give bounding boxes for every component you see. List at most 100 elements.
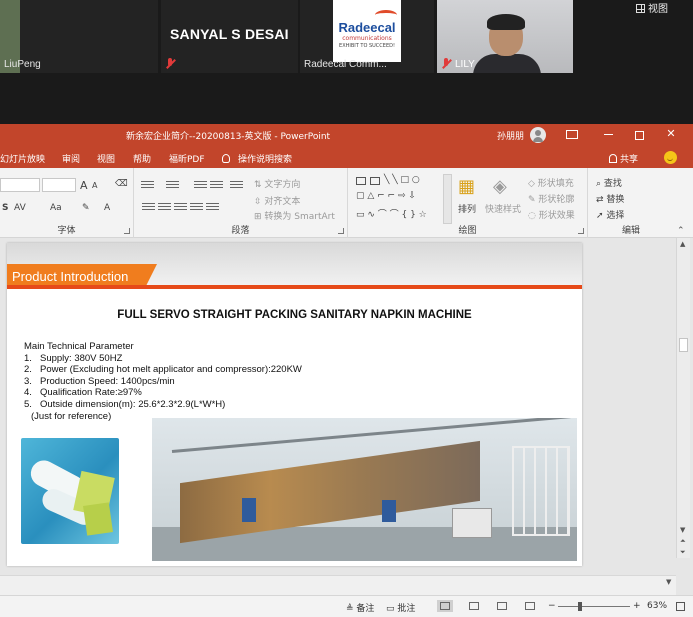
scroll-up-icon[interactable]: ▲ [680,240,685,248]
bullets-icon[interactable] [141,181,154,190]
radeecal-logo: Radeecal communications EXHIBIT TO SUCCE… [333,0,401,62]
param-row: 1. Supply: 380V 50HZ [24,352,123,364]
zoom-slider-thumb[interactable] [577,602,582,611]
font-color-button[interactable]: A [104,203,110,213]
font-dialog-launcher[interactable] [124,228,130,234]
tab-review[interactable]: 审阅 [62,152,80,165]
align-text-button[interactable]: ⇳ 对齐文本 [254,194,300,207]
tab-foxit-pdf[interactable]: 福昕PDF [169,152,205,165]
font-name-box[interactable] [0,178,40,192]
tab-slideshow[interactable]: 幻灯片放映 [0,152,45,165]
arrange-icon[interactable]: ▦ [458,176,475,197]
slideshow-button[interactable] [522,600,538,612]
increase-indent-icon[interactable] [210,181,223,190]
participant-tile-liupeng[interactable]: LiuPeng [0,0,158,73]
scroll-thumb[interactable] [679,338,688,352]
paragraph-group-label: 段落 [231,226,250,236]
scroll-down-icon[interactable]: ▼ [680,526,685,534]
zoom-level[interactable]: 63% [647,601,667,611]
text-direction-button[interactable]: ⇅ 文字方向 [254,177,300,190]
shape-fill-button[interactable]: ◇ 形状填充 [528,176,574,189]
technical-parameters[interactable]: Main Technical Parameter 1. Supply: 380V … [24,341,302,422]
ribbon-display-options-button[interactable] [566,130,578,139]
align-center-icon[interactable] [158,203,171,212]
select-button[interactable]: ➚ 选择 [596,208,624,221]
drawing-dialog-launcher[interactable] [578,228,584,234]
font-size-box[interactable] [42,178,76,192]
share-button[interactable]: 共享 [609,152,638,165]
fit-to-window-icon[interactable] [676,602,685,611]
change-case-button[interactable]: Aa [50,203,62,213]
textbox-shape-icon[interactable] [356,177,366,185]
zoom-in-button[interactable]: + [633,601,641,611]
slide-section-tag: Product Introduction [12,269,129,284]
shape-effects-button[interactable]: ◌ 形状效果 [528,208,575,221]
participant-tile-lily[interactable]: LILY [437,0,573,73]
shapes-row-3-icon[interactable]: ▭ ∿ ⌒ ⌒ { } ☆ [356,207,427,220]
editing-group: ⌕ 查找 ⇄ 替换 ➚ 选择 编辑 [588,168,674,238]
sanitary-napkin-product-image[interactable] [21,438,119,544]
line-shape-icon[interactable]: ╲ ╲ □ ○ [384,175,420,185]
minimize-button[interactable] [603,128,615,140]
quick-styles-button[interactable]: 快速样式 [485,202,521,215]
vertical-textbox-shape-icon[interactable] [370,177,380,185]
param-row: 2. Power (Excluding hot melt applicator a… [24,364,302,376]
grow-font-button[interactable]: A [80,179,88,192]
meeting-view-button[interactable]: 视图 [636,0,686,15]
participant-tile-radeecal[interactable]: Radeecal communications EXHIBIT TO SUCCE… [300,0,434,73]
tab-help[interactable]: 帮助 [133,152,151,165]
line-spacing-icon[interactable] [230,181,243,190]
convert-smartart-button[interactable]: ⊞ 转换为 SmartArt [254,209,335,222]
previous-slide-icon[interactable]: ⏶ [680,537,686,546]
ribbon-home: A A ⌫ S AV Aa ✎ A 字体 ⇅ 文字方向 ⇳ 对齐文本 ⊞ 转换为… [0,168,693,238]
shapes-row-2-icon[interactable]: ▢ △ ⌐ ⌐ ⇨ ⇩ [356,191,416,201]
close-button[interactable]: ✕ [665,128,677,140]
notes-splitter[interactable]: ▼ [0,575,676,595]
account-name[interactable]: 孙朋朋 [497,129,524,142]
normal-view-button[interactable] [437,600,453,612]
maximize-button[interactable] [633,128,645,140]
param-row: 3. Production Speed: 1400pcs/min [24,375,175,387]
clear-format-icon[interactable]: ⌫ [115,179,128,189]
reading-view-button[interactable] [494,600,510,612]
avatar[interactable] [530,127,546,143]
window-title: 新余宏企业简介--20200813-英文版 - PowerPoint [126,132,331,142]
feedback-smiley-icon[interactable] [664,151,677,164]
slide-canvas[interactable]: Product Introduction FULL SERVO STRAIGHT… [7,243,582,566]
find-button[interactable]: ⌕ 查找 [596,176,622,189]
strikethrough-button[interactable]: S [2,203,8,213]
zoom-slider[interactable] [558,606,630,607]
decrease-indent-icon[interactable] [194,181,207,190]
next-slide-icon[interactable]: ⏷ [680,548,686,557]
columns-icon[interactable] [206,203,219,212]
font-group-label: 字体 [57,226,76,236]
notes-button[interactable]: ≜ 备注 [346,601,374,614]
comments-button[interactable]: ▭ 批注 [386,601,415,614]
numbering-icon[interactable] [166,181,179,190]
chevron-down-icon[interactable]: ▼ [666,578,671,586]
status-bar: ≜ 备注 ▭ 批注 − + 63% [0,595,693,617]
align-left-icon[interactable] [142,203,155,212]
shapes-gallery-scroll[interactable] [443,174,452,224]
shrink-font-button[interactable]: A [92,181,97,190]
vertical-scrollbar[interactable]: ▲ ▼ ⏶ ⏷ [676,238,690,558]
participant-tile-sanyal[interactable]: SANYAL S DESAI [161,0,298,73]
packing-machine-image[interactable] [152,418,577,561]
tab-view[interactable]: 视图 [97,152,115,165]
highlight-icon[interactable]: ✎ [82,203,90,213]
zoom-out-button[interactable]: − [548,601,556,611]
arrange-button[interactable]: 排列 [458,202,476,215]
collapse-ribbon-icon[interactable]: ⌃ [677,226,685,236]
slide-sorter-button[interactable] [466,600,482,612]
paragraph-dialog-launcher[interactable] [338,228,344,234]
normal-view-icon [440,602,450,610]
book-icon [497,602,507,610]
tell-me-search[interactable]: 操作说明搜索 [222,152,292,165]
align-right-icon[interactable] [174,203,187,212]
character-spacing-button[interactable]: AV [14,203,26,213]
slide-title[interactable]: FULL SERVO STRAIGHT PACKING SANITARY NAP… [7,309,582,321]
shape-outline-button[interactable]: ✎ 形状轮廓 [528,192,574,205]
replace-button[interactable]: ⇄ 替换 [596,192,624,205]
justify-icon[interactable] [190,203,203,212]
quick-styles-icon[interactable]: ◈ [493,176,507,197]
